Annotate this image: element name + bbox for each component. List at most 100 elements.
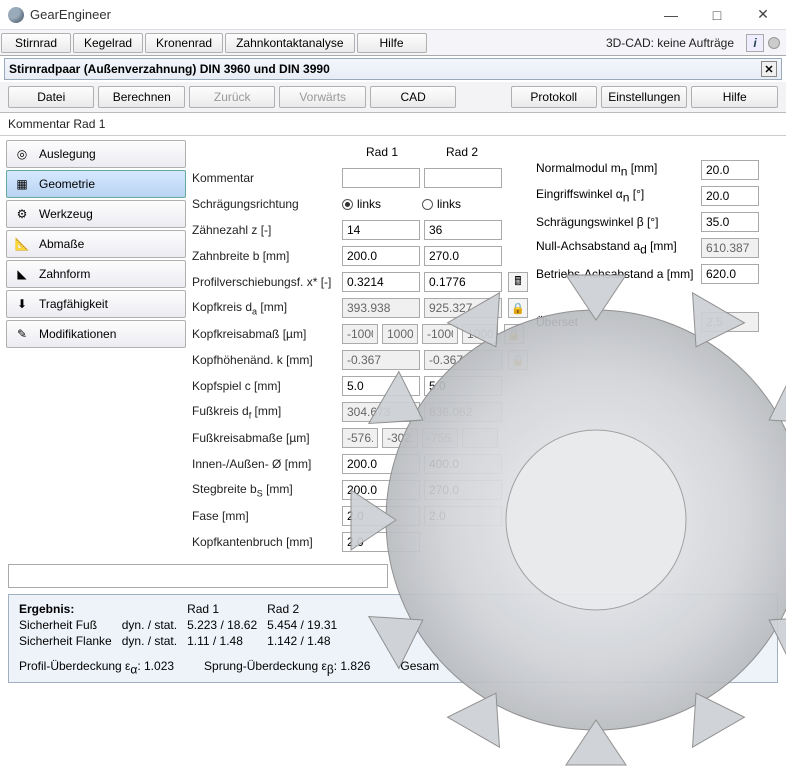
geometry-form: Rad 1 Rad 2 Kommentar Schrägungsrichtung… xyxy=(186,140,780,556)
lbl-schraegung: Schrägungsrichtung xyxy=(192,197,342,211)
minimize-button[interactable]: — xyxy=(648,0,694,30)
lock-button-da[interactable]: 🔒 xyxy=(508,298,528,318)
input-fussabm-rad2a[interactable] xyxy=(422,428,458,448)
input-b-rad2[interactable] xyxy=(424,246,502,266)
input-kopfabm-rad2a[interactable] xyxy=(422,324,458,344)
lbl-profilverschiebung: Profilverschiebungsf. x* [-] xyxy=(192,275,342,289)
gear-icon: ⚙ xyxy=(13,205,31,223)
input-io-rad2[interactable] xyxy=(424,454,502,474)
lock-icon: 🔒 xyxy=(511,354,525,367)
radio-links-rad1[interactable]: links xyxy=(342,197,422,211)
nav-zahnform[interactable]: ◣Zahnform xyxy=(6,260,186,288)
lbl-kopfkantenbruch: Kopfkantenbruch [mm] xyxy=(192,535,342,549)
input-k-rad1[interactable] xyxy=(342,350,420,370)
input-mn[interactable] xyxy=(701,160,759,180)
lbl-nullachs: Null-Achsabstand ad [mm] xyxy=(536,239,701,256)
input-kommentar-rad2[interactable] xyxy=(424,168,502,188)
help-button[interactable]: Hilfe xyxy=(691,86,777,108)
cad-button[interactable]: CAD xyxy=(370,86,456,108)
input-b-rad1[interactable] xyxy=(342,246,420,266)
document-close-button[interactable]: ✕ xyxy=(761,61,777,77)
input-kopfkanten-rad1[interactable] xyxy=(342,532,420,552)
input-x-rad2[interactable] xyxy=(424,272,502,292)
input-c-rad2[interactable] xyxy=(424,376,502,396)
calculate-button[interactable]: Berechnen xyxy=(98,86,184,108)
lbl-fase: Fase [mm] xyxy=(192,509,342,523)
nav-auslegung[interactable]: ◎Auslegung xyxy=(6,140,186,168)
side-navigation: ◎Auslegung ▦Geometrie ⚙Werkzeug 📐Abmaße … xyxy=(6,140,186,556)
input-io-rad1[interactable] xyxy=(342,454,420,474)
input-alpha[interactable] xyxy=(701,186,759,206)
input-fussabm-rad2b[interactable] xyxy=(462,428,498,448)
top-tabs-bar: Stirnrad Kegelrad Kronenrad Zahnkontakta… xyxy=(0,30,786,56)
results-rad1: Rad 1 xyxy=(187,601,267,617)
tab-hilfe[interactable]: Hilfe xyxy=(357,33,427,53)
nav-label: Zahnform xyxy=(39,267,90,281)
input-df-rad2[interactable] xyxy=(424,402,502,422)
lock-icon: 🔒 xyxy=(511,302,525,315)
tab-stirnrad[interactable]: Stirnrad xyxy=(1,33,71,53)
window-buttons: — □ ✕ xyxy=(648,0,786,30)
input-z-rad1[interactable] xyxy=(342,220,420,240)
nav-tragfaehigkeit[interactable]: ⬇Tragfähigkeit xyxy=(6,290,186,318)
input-k-rad2[interactable] xyxy=(424,350,502,370)
input-ad[interactable] xyxy=(701,238,759,258)
radio-label: links xyxy=(357,197,381,211)
input-da-rad1[interactable] xyxy=(342,298,420,318)
res-row1-label: Sicherheit Fuß xyxy=(19,617,122,633)
results-panel: Ergebnis: Rad 1 Rad 2 Sicherheit Fuß dyn… xyxy=(8,594,778,683)
input-kopfabm-rad2b[interactable] xyxy=(462,324,498,344)
input-z-rad2[interactable] xyxy=(424,220,502,240)
back-button[interactable]: Zurück xyxy=(189,86,275,108)
res-sprung: Sprung-Überdeckung εβ: 1.826 xyxy=(204,659,370,676)
input-fase-rad2[interactable] xyxy=(424,506,502,526)
toolbar: Datei Berechnen Zurück Vorwärts CAD Prot… xyxy=(0,82,786,113)
input-kommentar-rad1[interactable] xyxy=(342,168,420,188)
input-c-rad1[interactable] xyxy=(342,376,420,396)
input-i[interactable] xyxy=(701,312,759,332)
forward-button[interactable]: Vorwärts xyxy=(279,86,365,108)
tab-kegelrad[interactable]: Kegelrad xyxy=(73,33,143,53)
lbl-zahnbreite: Zahnbreite b [mm] xyxy=(192,249,342,263)
nav-geometrie[interactable]: ▦Geometrie xyxy=(6,170,186,198)
app-title: GearEngineer xyxy=(30,7,648,22)
calc-icon-button[interactable]: 🖩 xyxy=(508,272,528,292)
nav-werkzeug[interactable]: ⚙Werkzeug xyxy=(6,200,186,228)
res-row1-mode: dyn. / stat. xyxy=(122,617,187,633)
file-button[interactable]: Datei xyxy=(8,86,94,108)
radio-links-rad2[interactable]: links xyxy=(422,197,502,211)
input-kopfabm-rad1a[interactable] xyxy=(342,324,378,344)
info-button[interactable]: i xyxy=(746,34,764,52)
input-fase-rad1[interactable] xyxy=(342,506,420,526)
res-row1-r1: 5.223 / 18.62 xyxy=(187,617,267,633)
input-da-rad2[interactable] xyxy=(424,298,502,318)
tab-zahnkontaktanalyse[interactable]: Zahnkontaktanalyse xyxy=(225,33,354,53)
res-row2-mode: dyn. / stat. xyxy=(122,633,187,649)
input-bs-rad1[interactable] xyxy=(342,480,420,500)
title-bar: GearEngineer — □ ✕ xyxy=(0,0,786,30)
maximize-button[interactable]: □ xyxy=(694,0,740,30)
input-kopfabm-rad1b[interactable] xyxy=(382,324,418,344)
input-a[interactable] xyxy=(701,264,759,284)
input-df-rad1[interactable] xyxy=(342,402,420,422)
grid-icon: ▦ xyxy=(13,175,31,193)
long-input-field[interactable] xyxy=(8,564,388,588)
input-beta[interactable] xyxy=(701,212,759,232)
lock-button-k[interactable]: 🔒 xyxy=(508,350,528,370)
lbl-kopfkreisabmass: Kopfkreisabmaß [µm] xyxy=(192,327,342,341)
nav-modifikationen[interactable]: ✎Modifikationen xyxy=(6,320,186,348)
lbl-kopfspiel: Kopfspiel c [mm] xyxy=(192,379,342,393)
tab-kronenrad[interactable]: Kronenrad xyxy=(145,33,223,53)
lock-button-kopfabm[interactable]: 🔒 xyxy=(504,324,524,344)
input-bs-rad2[interactable] xyxy=(424,480,502,500)
settings-button[interactable]: Einstellungen xyxy=(601,86,687,108)
input-fussabm-rad1b[interactable] xyxy=(382,428,418,448)
target-icon: ◎ xyxy=(13,145,31,163)
input-fussabm-rad1a[interactable] xyxy=(342,428,378,448)
close-button[interactable]: ✕ xyxy=(740,0,786,30)
comment-header: Kommentar Rad 1 xyxy=(0,113,786,136)
protocol-button[interactable]: Protokoll xyxy=(511,86,597,108)
app-icon xyxy=(8,7,24,23)
input-x-rad1[interactable] xyxy=(342,272,420,292)
nav-abmasse[interactable]: 📐Abmaße xyxy=(6,230,186,258)
